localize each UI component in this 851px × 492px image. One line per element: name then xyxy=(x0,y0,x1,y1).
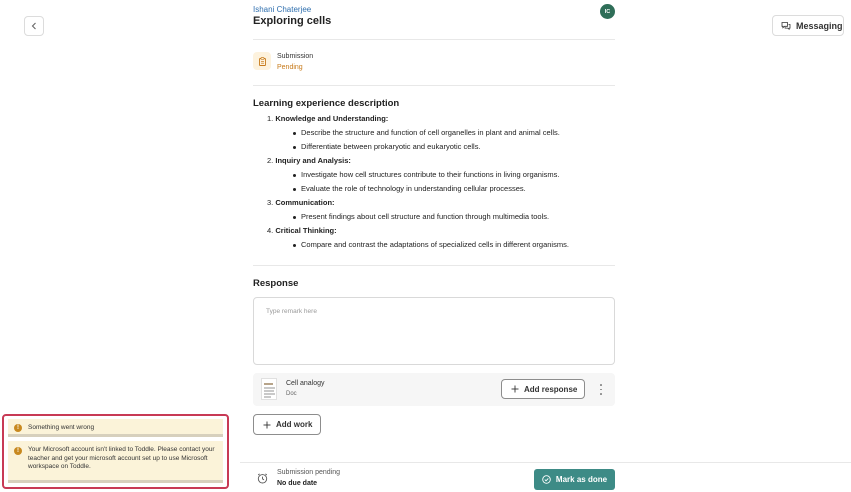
objective-item: Differentiate between prokaryotic and eu… xyxy=(293,140,615,154)
objective-heading-text: Knowledge and Understanding: xyxy=(275,114,389,123)
submission-status: Submission Pending xyxy=(253,49,615,86)
objective-heading-text: Communication: xyxy=(275,198,335,207)
objective-item: Describe the structure and function of c… xyxy=(293,126,615,140)
objective-heading: 2. Inquiry and Analysis: xyxy=(267,154,615,168)
messaging-button[interactable]: Messaging xyxy=(772,15,844,36)
footer-bar: Submission pending No due date Mark as d… xyxy=(240,462,851,492)
student-name[interactable]: Ishani Chaterjee xyxy=(253,5,311,14)
objective-4: 4. Critical Thinking: Compare and contra… xyxy=(267,224,615,252)
objective-3: 3. Communication: Present findings about… xyxy=(267,196,615,224)
check-circle-icon xyxy=(542,475,551,484)
attachment-row[interactable]: Cell analogy Doc Add response xyxy=(253,373,615,406)
objective-heading: 1. Knowledge and Understanding: xyxy=(267,112,615,126)
submission-status-value: Pending xyxy=(277,64,303,71)
submission-icon-box xyxy=(253,52,271,70)
learning-description: Learning experience description 1. Knowl… xyxy=(253,98,615,266)
objective-heading-text: Inquiry and Analysis: xyxy=(275,156,351,165)
objective-item: Compare and contrast the adaptations of … xyxy=(293,238,615,252)
description-title: Learning experience description xyxy=(253,98,400,109)
messaging-label: Messaging xyxy=(796,20,843,31)
chat-bubbles-icon xyxy=(781,21,791,30)
toast-message: Your Microsoft account isn't linked to T… xyxy=(28,446,215,470)
warning-icon: ! xyxy=(14,447,22,455)
clipboard-icon xyxy=(258,56,266,66)
objective-number: 3. xyxy=(267,198,274,207)
response-title: Response xyxy=(253,278,299,289)
submission-label: Submission xyxy=(277,53,314,60)
objective-item: Investigate how cell structures contribu… xyxy=(293,168,615,182)
objective-2: 2. Inquiry and Analysis: Investigate how… xyxy=(267,154,615,196)
toast-message: Something went wrong xyxy=(28,424,95,431)
remark-input[interactable]: Type remark here xyxy=(253,297,615,365)
attachment-name: Cell analogy xyxy=(286,380,325,387)
mark-as-done-button[interactable]: Mark as done xyxy=(534,469,615,490)
due-date: No due date xyxy=(277,480,318,487)
add-work-button[interactable]: Add work xyxy=(253,414,321,435)
chevron-left-icon xyxy=(31,22,36,30)
toast-progress-bar xyxy=(8,434,223,437)
add-response-button[interactable]: Add response xyxy=(501,379,585,399)
objective-number: 2. xyxy=(267,156,274,165)
avatar: IC xyxy=(600,4,615,19)
objective-number: 1. xyxy=(267,114,274,123)
objective-1: 1. Knowledge and Understanding: Describe… xyxy=(267,112,615,154)
objective-item: Present findings about cell structure an… xyxy=(293,210,615,224)
mark-as-done-label: Mark as done xyxy=(555,475,608,484)
toast-progress-bar xyxy=(8,480,223,483)
error-toast-stack: ! Something went wrong ! Your Microsoft … xyxy=(2,414,229,489)
page-title: Exploring cells xyxy=(253,15,332,27)
objective-heading-text: Critical Thinking: xyxy=(275,226,337,235)
kebab-menu-icon[interactable] xyxy=(599,384,603,395)
objective-heading: 4. Critical Thinking: xyxy=(267,224,615,238)
attachment-type: Doc xyxy=(286,391,297,397)
add-work-label: Add work xyxy=(276,420,313,429)
plus-icon xyxy=(511,385,519,393)
warning-icon: ! xyxy=(14,424,22,432)
back-button[interactable] xyxy=(24,16,44,36)
clock-icon xyxy=(257,473,268,484)
objective-number: 4. xyxy=(267,226,274,235)
objective-heading: 3. Communication: xyxy=(267,196,615,210)
plus-icon xyxy=(263,421,271,428)
doc-thumbnail xyxy=(261,378,277,400)
error-toast[interactable]: ! Your Microsoft account isn't linked to… xyxy=(8,441,223,483)
error-toast[interactable]: ! Something went wrong xyxy=(8,419,223,437)
add-response-label: Add response xyxy=(524,384,578,394)
objective-item: Evaluate the role of technology in under… xyxy=(293,182,615,196)
task-header: Ishani Chaterjee Exploring cells IC xyxy=(253,4,615,40)
footer-submission-status: Submission pending xyxy=(277,469,341,476)
